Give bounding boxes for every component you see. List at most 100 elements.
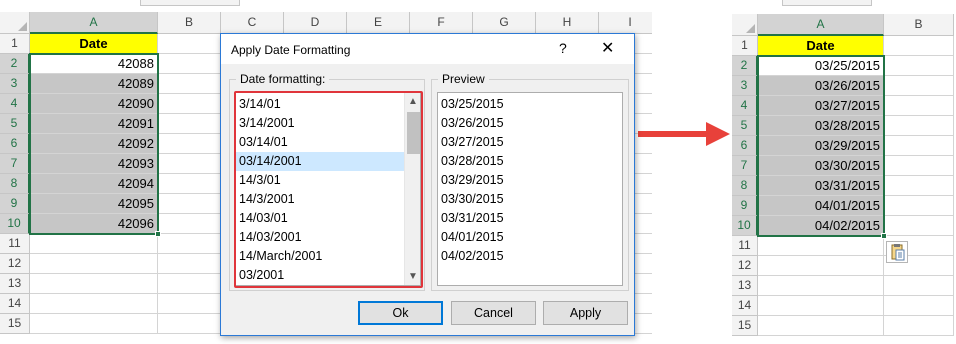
date-header-cell[interactable]: Date bbox=[758, 36, 884, 56]
format-option[interactable]: 3/14/01 bbox=[236, 95, 404, 114]
cell-b8[interactable] bbox=[884, 176, 954, 196]
close-icon[interactable]: ✕ bbox=[601, 38, 614, 58]
format-option[interactable]: 14/03/01 bbox=[236, 209, 404, 228]
column-header-f[interactable]: F bbox=[410, 12, 473, 34]
row-header-2[interactable]: 2 bbox=[732, 56, 758, 76]
cell-b3[interactable] bbox=[884, 76, 954, 96]
row-header-13[interactable]: 13 bbox=[732, 276, 758, 296]
row-header-7[interactable]: 7 bbox=[732, 156, 758, 176]
row-header-13[interactable]: 13 bbox=[0, 274, 30, 294]
row-header-5[interactable]: 5 bbox=[0, 114, 30, 134]
row-header-7[interactable]: 7 bbox=[0, 154, 30, 174]
cell-a12[interactable] bbox=[758, 256, 884, 276]
row-header-9[interactable]: 9 bbox=[732, 196, 758, 216]
cell-a15[interactable] bbox=[30, 314, 158, 334]
cell-b15[interactable] bbox=[158, 314, 221, 334]
row-header-14[interactable]: 14 bbox=[0, 294, 30, 314]
column-header-c[interactable]: C bbox=[221, 12, 284, 34]
row-header-10[interactable]: 10 bbox=[732, 216, 758, 236]
cell-a14[interactable] bbox=[30, 294, 158, 314]
cell-b6[interactable] bbox=[884, 136, 954, 156]
column-header-a[interactable]: A bbox=[30, 12, 158, 34]
format-option[interactable]: 03/14/01 bbox=[236, 133, 404, 152]
date-value-cell[interactable]: 03/25/2015 bbox=[758, 56, 884, 76]
date-value-cell[interactable]: 42093 bbox=[30, 154, 158, 174]
cell-a12[interactable] bbox=[30, 254, 158, 274]
cell-b7[interactable] bbox=[158, 154, 221, 174]
column-header-b[interactable]: B bbox=[884, 14, 954, 36]
cell-b3[interactable] bbox=[158, 74, 221, 94]
date-value-cell[interactable]: 42096 bbox=[30, 214, 158, 234]
row-header-12[interactable]: 12 bbox=[0, 254, 30, 274]
row-header-8[interactable]: 8 bbox=[732, 176, 758, 196]
date-value-cell[interactable]: 42094 bbox=[30, 174, 158, 194]
cell-b9[interactable] bbox=[158, 194, 221, 214]
row-header-9[interactable]: 9 bbox=[0, 194, 30, 214]
date-header-cell[interactable]: Date bbox=[30, 34, 158, 54]
scroll-up-icon[interactable]: ▲ bbox=[405, 93, 420, 110]
row-header-6[interactable]: 6 bbox=[732, 136, 758, 156]
date-value-cell[interactable]: 42092 bbox=[30, 134, 158, 154]
cell-b2[interactable] bbox=[158, 54, 221, 74]
cell-b11[interactable] bbox=[158, 234, 221, 254]
format-option[interactable]: 03/14/2001 bbox=[236, 152, 404, 171]
select-all-corner[interactable] bbox=[732, 14, 758, 36]
row-header-6[interactable]: 6 bbox=[0, 134, 30, 154]
cell-b15[interactable] bbox=[884, 316, 954, 336]
date-value-cell[interactable]: 42088 bbox=[30, 54, 158, 74]
column-header-d[interactable]: D bbox=[284, 12, 347, 34]
date-value-cell[interactable]: 03/28/2015 bbox=[758, 116, 884, 136]
row-header-11[interactable]: 11 bbox=[732, 236, 758, 256]
paste-options-icon[interactable] bbox=[886, 241, 908, 263]
format-option[interactable]: 3/14/2001 bbox=[236, 114, 404, 133]
row-header-3[interactable]: 3 bbox=[732, 76, 758, 96]
date-value-cell[interactable]: 42090 bbox=[30, 94, 158, 114]
cell-b6[interactable] bbox=[158, 134, 221, 154]
row-header-1[interactable]: 1 bbox=[0, 34, 30, 54]
row-header-15[interactable]: 15 bbox=[732, 316, 758, 336]
column-header-h[interactable]: H bbox=[536, 12, 599, 34]
date-value-cell[interactable]: 42095 bbox=[30, 194, 158, 214]
date-value-cell[interactable]: 03/29/2015 bbox=[758, 136, 884, 156]
row-header-5[interactable]: 5 bbox=[732, 116, 758, 136]
scroll-down-icon[interactable]: ▼ bbox=[405, 268, 420, 285]
row-header-4[interactable]: 4 bbox=[732, 96, 758, 116]
column-header-b[interactable]: B bbox=[158, 12, 221, 34]
date-value-cell[interactable]: 04/01/2015 bbox=[758, 196, 884, 216]
column-header-g[interactable]: G bbox=[473, 12, 536, 34]
column-header-e[interactable]: E bbox=[347, 12, 410, 34]
cell-a13[interactable] bbox=[30, 274, 158, 294]
cell-b7[interactable] bbox=[884, 156, 954, 176]
cancel-button[interactable]: Cancel bbox=[451, 301, 536, 325]
row-header-14[interactable]: 14 bbox=[732, 296, 758, 316]
date-value-cell[interactable]: 03/30/2015 bbox=[758, 156, 884, 176]
help-icon[interactable]: ? bbox=[559, 40, 567, 56]
row-header-2[interactable]: 2 bbox=[0, 54, 30, 74]
cell-b4[interactable] bbox=[158, 94, 221, 114]
column-header-i[interactable]: I bbox=[599, 12, 652, 34]
date-value-cell[interactable]: 03/27/2015 bbox=[758, 96, 884, 116]
cell-b10[interactable] bbox=[158, 214, 221, 234]
format-list-scrollbar[interactable]: ▲ ▼ bbox=[404, 93, 420, 285]
row-header-10[interactable]: 10 bbox=[0, 214, 30, 234]
date-value-cell[interactable]: 42091 bbox=[30, 114, 158, 134]
row-header-1[interactable]: 1 bbox=[732, 36, 758, 56]
cell-b1[interactable] bbox=[884, 36, 954, 56]
format-option[interactable]: 14/3/01 bbox=[236, 171, 404, 190]
cell-b12[interactable] bbox=[158, 254, 221, 274]
cell-a15[interactable] bbox=[758, 316, 884, 336]
cell-b9[interactable] bbox=[884, 196, 954, 216]
ok-button[interactable]: Ok bbox=[358, 301, 443, 325]
cell-b14[interactable] bbox=[158, 294, 221, 314]
row-header-4[interactable]: 4 bbox=[0, 94, 30, 114]
format-option[interactable]: 14/03/2001 bbox=[236, 228, 404, 247]
row-header-12[interactable]: 12 bbox=[732, 256, 758, 276]
cell-b5[interactable] bbox=[158, 114, 221, 134]
cell-b1[interactable] bbox=[158, 34, 221, 54]
format-option[interactable]: 03/2001 bbox=[236, 266, 404, 285]
date-value-cell[interactable]: 42089 bbox=[30, 74, 158, 94]
cell-a13[interactable] bbox=[758, 276, 884, 296]
format-option[interactable]: 14/March/2001 bbox=[236, 247, 404, 266]
row-header-11[interactable]: 11 bbox=[0, 234, 30, 254]
row-header-3[interactable]: 3 bbox=[0, 74, 30, 94]
